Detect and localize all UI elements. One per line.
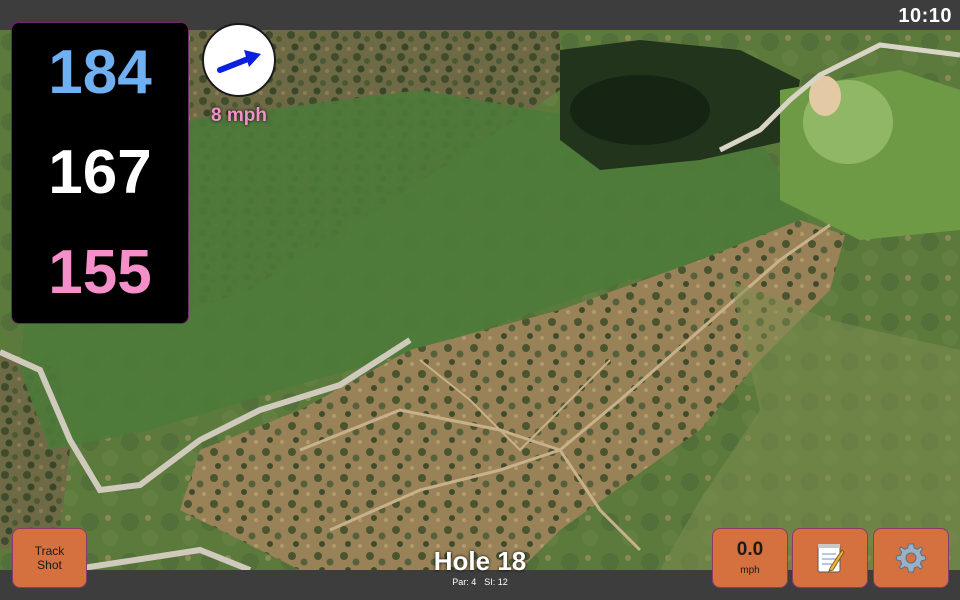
speed-value: 0.0 <box>736 539 764 560</box>
back-yardage: 184 <box>48 38 152 107</box>
wind-direction-dial <box>202 23 276 97</box>
notes-button[interactable] <box>792 528 868 588</box>
hole-title: Hole 18 <box>433 546 527 576</box>
speed-button[interactable]: 0.0 mph <box>712 528 788 588</box>
clock-time: 10:10 <box>898 5 952 27</box>
track-shot-label-line1: Track <box>34 544 65 558</box>
speed-unit: mph <box>740 565 760 576</box>
track-shot-label-line2: Shot <box>37 558 62 572</box>
wind-speed: 8 mph <box>211 105 267 126</box>
track-shot-button[interactable]: Track Shot <box>12 528 87 588</box>
gear-icon <box>895 543 927 573</box>
front-yardage: 155 <box>48 238 152 307</box>
settings-button[interactable] <box>873 528 949 588</box>
hole-stroke-index: SI: 12 <box>484 577 508 587</box>
middle-yardage: 167 <box>48 138 152 207</box>
arrow-icon <box>217 50 261 73</box>
hole-par: Par: 4 <box>452 577 477 587</box>
notepad-icon <box>817 544 845 573</box>
yardage-panel: 184 167 155 <box>11 22 189 324</box>
hole-meta: Par: 4 SI: 12 <box>380 577 580 587</box>
